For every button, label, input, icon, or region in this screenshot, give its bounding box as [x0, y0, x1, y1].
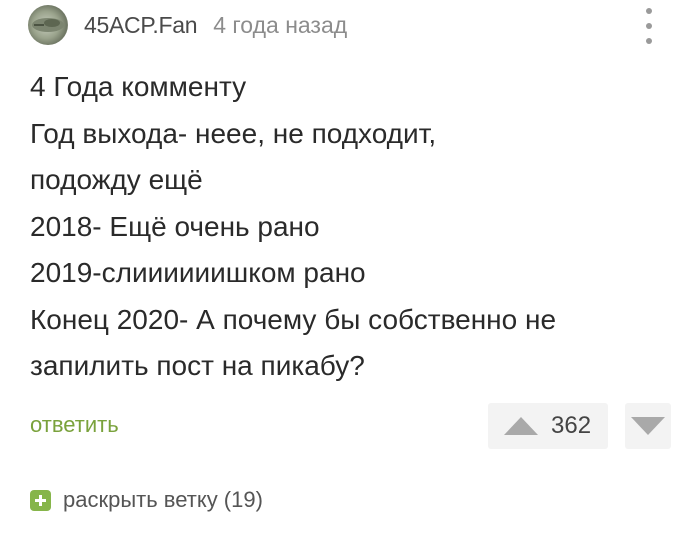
more-options-icon[interactable]	[637, 8, 661, 44]
comment-text-line: подожду ещё	[30, 164, 203, 195]
comment-header: 45ACP.Fan 4 года назад	[28, 4, 347, 46]
upvote-button[interactable]: 362	[488, 403, 608, 449]
avatar[interactable]	[28, 5, 68, 45]
dot	[646, 8, 652, 14]
reply-link[interactable]: ответить	[30, 412, 119, 438]
downvote-button[interactable]	[625, 403, 671, 449]
rating-count: 362	[551, 412, 592, 439]
dot	[646, 38, 652, 44]
comment-text-line: 2018- Ещё очень рано	[30, 210, 320, 242]
comment-text-line: 4 Года комменту	[30, 71, 247, 102]
expand-thread-label: раскрыть ветку (19)	[63, 487, 263, 512]
author-name[interactable]: 45ACP.Fan	[84, 12, 198, 39]
plus-square-icon	[30, 489, 51, 511]
avatar-image	[32, 18, 64, 32]
expand-thread-button[interactable]: раскрыть ветку (19)	[30, 487, 263, 513]
comment-text-line: Год выхода- неее, не подходит,	[30, 117, 437, 149]
comment-text-line: Конец 2020- А почему бы собственно не	[30, 303, 557, 335]
dot	[646, 23, 652, 29]
comment-body: 4 Года комменту Год выхода- неее, не под…	[30, 64, 680, 390]
triangle-down-icon	[631, 417, 665, 435]
comment-timestamp[interactable]: 4 года назад	[213, 12, 347, 39]
comment-text-line: запилить пост на пикабу?	[30, 350, 365, 381]
comment-text-line: 2019-слиииииишком рано	[30, 257, 366, 288]
triangle-up-icon	[504, 417, 538, 435]
